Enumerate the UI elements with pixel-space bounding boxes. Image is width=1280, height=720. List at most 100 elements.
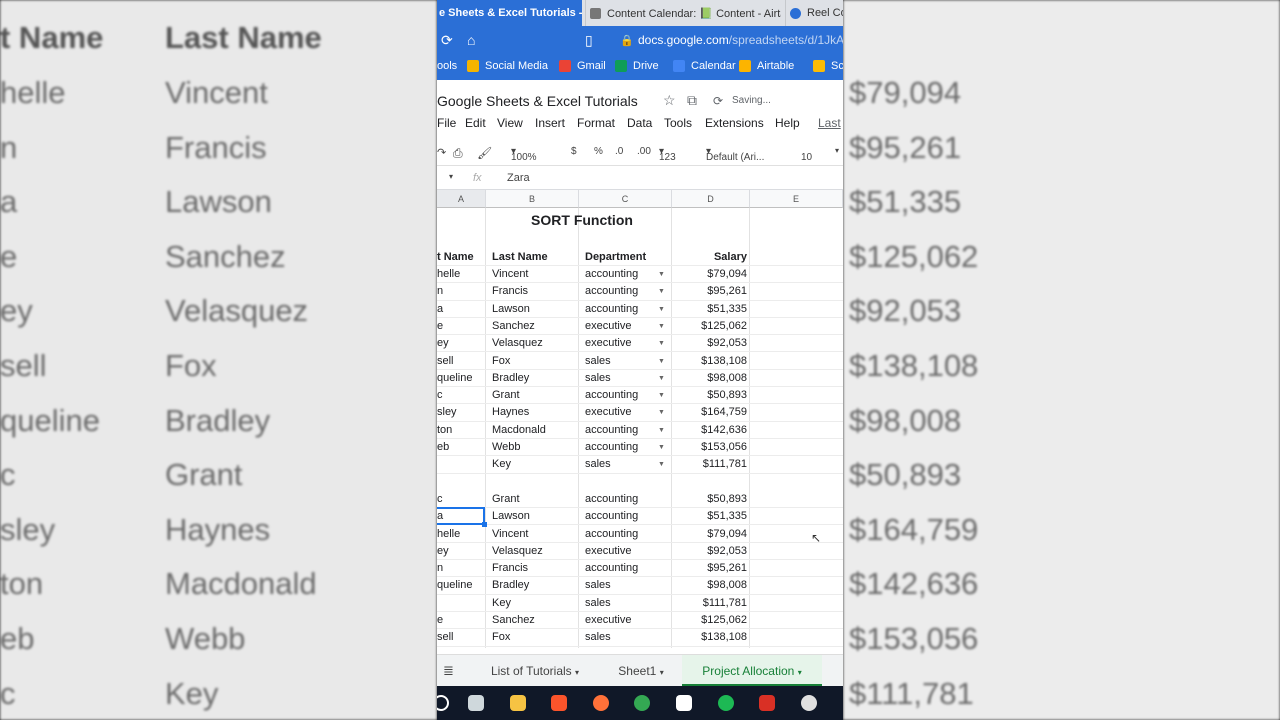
salary-cell[interactable]: $51,335 (673, 508, 747, 525)
last-name-cell[interactable]: Francis (489, 560, 577, 577)
sheet-tab-sheet1[interactable]: Sheet1 ▾ (607, 655, 675, 687)
bookmark-sc[interactable]: Sc (813, 60, 843, 72)
column-header-a[interactable]: A (437, 190, 486, 208)
salary-cell[interactable]: $138,108 (673, 353, 747, 370)
department-cell[interactable]: accounting (582, 439, 662, 456)
salary-cell[interactable]: $125,062 (673, 318, 747, 335)
file-explorer-icon[interactable] (509, 695, 526, 711)
first-name-cell[interactable]: sell (437, 353, 485, 370)
salary-cell[interactable]: $125,062 (673, 612, 747, 629)
chrome-icon[interactable] (634, 695, 651, 711)
last-name-cell[interactable]: Key (489, 595, 577, 612)
department-cell[interactable]: executive (582, 335, 662, 352)
department-cell[interactable]: accounting (582, 560, 662, 577)
first-name-cell[interactable]: queline (437, 577, 485, 594)
spotify-icon[interactable] (717, 695, 734, 711)
department-cell[interactable]: accounting (582, 387, 662, 404)
zoom-select[interactable]: 100% ▾ (511, 146, 537, 163)
department-cell[interactable]: sales (582, 595, 662, 612)
salary-cell[interactable]: $50,893 (673, 491, 747, 508)
last-name-cell[interactable]: Bradley (489, 577, 577, 594)
department-cell[interactable]: accounting (582, 508, 662, 525)
department-cell[interactable]: sales (582, 629, 662, 646)
department-cell[interactable]: accounting (582, 491, 662, 508)
salary-cell[interactable]: $164,759 (673, 404, 747, 421)
department-cell[interactable]: sales (582, 353, 662, 370)
salary-cell[interactable]: $79,094 (673, 526, 747, 543)
salary-cell[interactable]: Salary (673, 249, 747, 266)
salary-cell[interactable]: $51,335 (673, 301, 747, 318)
salary-cell[interactable]: $153,056 (673, 439, 747, 456)
first-name-cell[interactable]: t Name (437, 249, 485, 266)
brave-icon[interactable] (551, 695, 568, 711)
dropdown-chevron-icon[interactable]: ▼ (658, 266, 665, 283)
reload-icon[interactable]: ⟳ (441, 32, 453, 49)
last-name-cell[interactable]: Webb (489, 439, 577, 456)
recorder-icon[interactable] (759, 695, 776, 711)
all-sheets-icon[interactable]: ≣ (443, 655, 454, 687)
increase-decimal-button[interactable]: .00 (637, 146, 651, 157)
first-name-cell[interactable]: a (437, 301, 485, 318)
last-name-cell[interactable]: Vincent (489, 526, 577, 543)
print-icon[interactable]: ⎙ (453, 146, 463, 161)
menu-extensions[interactable]: Extensions (705, 116, 764, 130)
menu-last[interactable]: Last (818, 116, 841, 130)
decrease-decimal-button[interactable]: .0 (615, 146, 623, 157)
department-cell[interactable]: executive (582, 318, 662, 335)
column-header-c[interactable]: C (579, 190, 672, 208)
salary-cell[interactable]: $98,008 (673, 370, 747, 387)
first-name-cell[interactable]: e (437, 318, 485, 335)
menu-edit[interactable]: Edit (465, 116, 486, 130)
department-cell[interactable]: sales (582, 370, 662, 387)
salary-cell[interactable]: $95,261 (673, 560, 747, 577)
browser-tab-reel[interactable]: Reel Cov (785, 0, 843, 26)
formula-input[interactable]: Zara (507, 172, 530, 184)
name-box-chevron-icon[interactable]: ▾ (449, 172, 453, 181)
dropdown-chevron-icon[interactable]: ▼ (658, 456, 665, 473)
star-icon[interactable]: ☆ (663, 92, 676, 109)
column-header-b[interactable]: B (486, 190, 579, 208)
dropdown-chevron-icon[interactable]: ▼ (658, 353, 665, 370)
department-cell[interactable]: accounting (582, 266, 662, 283)
last-name-cell[interactable]: Velasquez (489, 335, 577, 352)
department-cell[interactable]: accounting (582, 422, 662, 439)
last-name-cell[interactable]: Fox (489, 353, 577, 370)
column-header-d[interactable]: D (672, 190, 750, 208)
menu-help[interactable]: Help (775, 116, 800, 130)
salary-cell[interactable]: $92,053 (673, 543, 747, 560)
browser-tab-content-calendar[interactable]: Content Calendar: 📗 Content - Airta (585, 0, 781, 26)
last-name-cell[interactable]: Sanchez (489, 318, 577, 335)
last-name-cell[interactable]: Grant (489, 387, 577, 404)
first-name-cell[interactable]: e (437, 612, 485, 629)
salary-cell[interactable]: $98,008 (673, 577, 747, 594)
department-cell[interactable]: accounting (582, 301, 662, 318)
sheet-tab-list-of-tutorials[interactable]: List of Tutorials ▾ (475, 655, 595, 687)
last-name-cell[interactable]: Lawson (489, 508, 577, 525)
bookmark-ools[interactable]: ools (437, 60, 457, 72)
paint-format-icon[interactable]: 🖌 (477, 146, 492, 160)
menu-tools[interactable]: Tools (664, 116, 692, 130)
column-header-e[interactable]: E (750, 190, 843, 208)
first-name-cell[interactable] (437, 456, 485, 473)
sheet-tab-project-allocation[interactable]: Project Allocation ▾ (682, 655, 822, 687)
last-name-cell[interactable]: Last Name (489, 249, 577, 266)
dropdown-chevron-icon[interactable]: ▼ (658, 318, 665, 335)
first-name-cell[interactable] (437, 595, 485, 612)
bookmark-drive[interactable]: Drive (615, 60, 659, 72)
first-name-cell[interactable]: eb (437, 439, 485, 456)
dropdown-chevron-icon[interactable]: ▼ (658, 439, 665, 456)
last-name-cell[interactable]: Haynes (489, 404, 577, 421)
first-name-cell[interactable]: c (437, 387, 485, 404)
last-name-cell[interactable]: Lawson (489, 301, 577, 318)
first-name-cell[interactable]: ton (437, 422, 485, 439)
dropdown-chevron-icon[interactable]: ▼ (658, 335, 665, 352)
dropdown-chevron-icon[interactable]: ▼ (658, 370, 665, 387)
obs-icon[interactable] (800, 695, 817, 711)
last-name-cell[interactable]: Sanchez (489, 612, 577, 629)
last-name-cell[interactable]: Bradley (489, 370, 577, 387)
search-icon[interactable] (437, 695, 449, 711)
more-formats-button[interactable]: 123 ▾ (659, 146, 676, 163)
dropdown-chevron-icon[interactable]: ▼ (658, 422, 665, 439)
home-icon[interactable]: ⌂ (467, 32, 475, 48)
first-name-cell[interactable]: queline (437, 370, 485, 387)
